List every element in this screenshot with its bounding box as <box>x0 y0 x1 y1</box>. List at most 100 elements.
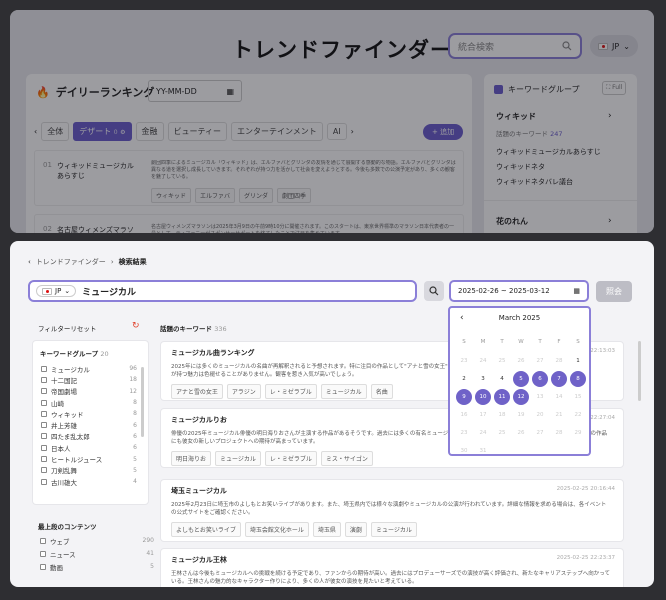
group-name[interactable]: ウィキッド <box>496 111 536 122</box>
group-name[interactable]: 花のれん <box>496 216 528 227</box>
ranking-item[interactable]: 02 名古屋ウィメンズマラソ ンスタート時刻 名古屋ウィメンズマラソンは2025… <box>34 214 464 233</box>
chevron-right-icon[interactable]: › <box>608 216 612 226</box>
calendar-day[interactable]: 19 <box>513 407 529 423</box>
ranking-item[interactable]: 01 ウィキッドミュージカル あらすじ 劇団四季によるミュージカル「ウィキッド」… <box>34 150 464 206</box>
keyword-chip[interactable]: 劇団四季 <box>277 188 312 203</box>
language-selector[interactable]: JP ⌄ <box>590 35 638 57</box>
keyword-chip[interactable]: 演劇 <box>344 522 367 537</box>
calendar-day[interactable]: 17 <box>475 407 491 423</box>
calendar-day[interactable]: 4 <box>494 371 510 387</box>
calendar-day-selected[interactable]: 10 <box>475 389 491 405</box>
filter-option[interactable]: ウェブ 290 <box>40 534 154 547</box>
checkbox[interactable] <box>41 388 47 395</box>
scrollbar[interactable] <box>141 367 144 437</box>
filter-option[interactable]: 帝国劇場 12 <box>41 386 137 397</box>
calendar-day[interactable]: 18 <box>494 407 510 423</box>
keyword-chip[interactable]: ウィキッド <box>151 188 192 203</box>
tab-finance[interactable]: 金融 <box>135 122 164 141</box>
calendar-day-selected[interactable]: 8 <box>570 371 586 387</box>
breadcrumb-root[interactable]: トレンドファインダー <box>36 257 106 267</box>
keyword-chip[interactable]: レ・ミゼラブル <box>264 384 317 399</box>
tab-entertainment[interactable]: エンターテインメント <box>231 122 323 141</box>
calendar-day[interactable]: 1 <box>570 353 586 369</box>
global-search-input[interactable]: 統合検索 <box>448 33 582 59</box>
checkbox[interactable] <box>41 410 47 417</box>
filter-option[interactable]: 四たま乱太郎 6 <box>41 431 137 442</box>
calendar-day[interactable]: 13 <box>532 389 548 405</box>
result-card[interactable]: 埼玉ミュージカル 2025-02-25 20:16:44 2025年2月23日に… <box>160 479 624 542</box>
checkbox[interactable] <box>41 365 47 372</box>
calendar-day[interactable]: 26 <box>513 425 529 441</box>
inquiry-button[interactable]: 照会 <box>596 281 632 302</box>
query-input[interactable]: JP ⌄ ミュージカル <box>28 280 417 302</box>
keyword-chip[interactable]: ミス・サイゴン <box>320 451 373 466</box>
result-title[interactable]: ミュージカル王林 <box>171 555 613 565</box>
chevron-right-icon[interactable]: › <box>351 127 354 136</box>
tab-dessert[interactable]: デザート 0 ⚙ <box>73 122 132 141</box>
keyword-chip[interactable]: 埼玉会館文化ホール <box>244 522 309 537</box>
date-range-input[interactable]: 2025-02-26 ~ 2025-03-12 ▦ <box>449 280 589 302</box>
checkbox[interactable] <box>40 563 46 570</box>
checkbox[interactable] <box>40 537 46 544</box>
result-card[interactable]: ミュージカル王林 2025-02-25 22:23:37 王林さんは今後もミュー… <box>160 548 624 587</box>
checkbox[interactable] <box>41 478 47 485</box>
chevron-left-icon[interactable]: ‹ <box>34 127 37 136</box>
filter-option[interactable]: ヒートルジュース 5 <box>41 453 137 464</box>
checkbox[interactable] <box>41 456 47 463</box>
filter-option[interactable]: 山崎 8 <box>41 397 137 408</box>
calendar-day[interactable]: 24 <box>475 425 491 441</box>
keyword-item[interactable]: ウィキッドミュージカルあらすじ <box>496 147 601 157</box>
filter-option[interactable]: 刀剣乱舞 5 <box>41 465 137 476</box>
calendar-day[interactable]: 2 <box>456 371 472 387</box>
keyword-chip[interactable]: 明日海りお <box>171 451 212 466</box>
filter-option[interactable]: ニュース 41 <box>40 547 154 560</box>
calendar-day-selected[interactable]: 12 <box>513 389 529 405</box>
calendar-day[interactable]: 23 <box>456 425 472 441</box>
keyword-chip[interactable]: グリンダ <box>239 188 274 203</box>
date-input[interactable]: YY-MM-DD ▦ <box>148 80 242 102</box>
filter-option[interactable]: 井上芳雄 6 <box>41 419 137 430</box>
checkbox[interactable] <box>41 467 47 474</box>
keyword-chip[interactable]: ミュージカル <box>370 522 417 537</box>
filter-option[interactable]: 十二国記 18 <box>41 374 137 385</box>
language-selector[interactable]: JP ⌄ <box>36 285 77 297</box>
keyword-chip[interactable]: 埼玉県 <box>312 522 341 537</box>
calendar-day[interactable]: 21 <box>551 407 567 423</box>
calendar-day[interactable]: 22 <box>570 407 586 423</box>
calendar-day-selected[interactable]: 7 <box>551 371 567 387</box>
calendar-day-selected[interactable]: 6 <box>532 371 548 387</box>
chevron-left-icon[interactable]: ‹ <box>28 258 31 266</box>
calendar-day-selected[interactable]: 11 <box>494 389 510 405</box>
calendar-day[interactable]: 25 <box>494 425 510 441</box>
calendar-day[interactable]: 14 <box>551 389 567 405</box>
keyword-chip[interactable]: よしもとお笑いライブ <box>171 522 241 537</box>
calendar-day-selected[interactable]: 9 <box>456 389 472 405</box>
keyword-chip[interactable]: 名曲 <box>370 384 393 399</box>
calendar-day[interactable]: 16 <box>456 407 472 423</box>
filter-option[interactable]: ミュージカル 96 <box>41 363 137 374</box>
fullscreen-button[interactable]: ⛶ Full <box>602 81 627 95</box>
keyword-chip[interactable]: ミュージカル <box>215 451 261 466</box>
checkbox[interactable] <box>41 422 47 429</box>
filter-option[interactable]: 動画 5 <box>40 560 154 573</box>
keyword-item[interactable]: ウィキッドネタ <box>496 162 545 172</box>
calendar-day-selected[interactable]: 5 <box>513 371 529 387</box>
checkbox[interactable] <box>41 444 47 451</box>
filter-option[interactable]: 日本人 6 <box>41 442 137 453</box>
keyword-chip[interactable]: レ・ミゼラブル <box>264 451 317 466</box>
keyword-chip[interactable]: ミュージカル <box>320 384 367 399</box>
tab-all[interactable]: 全体 <box>41 122 70 141</box>
search-button[interactable] <box>424 281 444 301</box>
checkbox[interactable] <box>40 550 46 557</box>
tab-beauty[interactable]: ビューティー <box>167 122 228 141</box>
refresh-icon[interactable]: ↻ <box>132 321 140 331</box>
tab-ai[interactable]: AI <box>326 123 347 140</box>
chevron-right-icon[interactable]: › <box>608 111 612 121</box>
calendar-day[interactable]: 15 <box>570 389 586 405</box>
scrollbar[interactable] <box>638 341 641 401</box>
calendar-day[interactable]: 31 <box>475 443 491 459</box>
calendar-day[interactable]: 3 <box>475 371 491 387</box>
keyword-chip[interactable]: エルファバ <box>195 188 236 203</box>
keyword-item[interactable]: ウィキッドネタバレ議台 <box>496 177 573 187</box>
calendar-day[interactable]: 30 <box>456 443 472 459</box>
